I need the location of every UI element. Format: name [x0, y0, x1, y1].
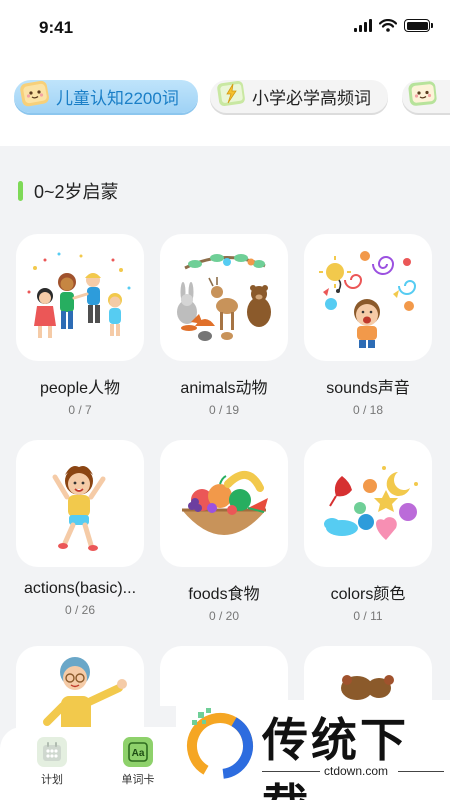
- word-card-actions[interactable]: actions(basic)... 0 / 26: [16, 440, 144, 617]
- tab-primary-school-words[interactable]: 小学必学高频词: [210, 80, 388, 113]
- card-title: actions(basic)...: [23, 580, 137, 597]
- book-mascot-icon: [20, 80, 49, 107]
- top-header: 9:41 儿童认知2200词 小学必学高频词: [0, 0, 450, 146]
- watermark-logo-icon: [187, 708, 253, 779]
- watermark: 传统下载 ctdown.com: [176, 700, 450, 800]
- card-image: [304, 440, 432, 567]
- book-mascot-icon: [408, 81, 437, 106]
- nav-label: 单词卡: [121, 774, 155, 786]
- word-card-icon: Aa: [123, 737, 153, 767]
- card-image: [160, 646, 288, 706]
- word-card-partial[interactable]: [160, 646, 288, 706]
- divider: [262, 771, 320, 772]
- book-lightning-icon: [217, 80, 245, 107]
- card-title: people人物: [39, 380, 121, 397]
- word-card-animals[interactable]: animals动物 0 / 19: [160, 234, 288, 417]
- card-title: sounds声音: [326, 380, 410, 397]
- kids-playing-illustration: [27, 252, 131, 338]
- cellular-signal-icon: [354, 19, 372, 32]
- card-image: [160, 440, 288, 567]
- nav-label: 计划: [41, 774, 63, 786]
- calendar-icon: [37, 737, 67, 767]
- status-bar: 9:41: [0, 0, 450, 56]
- watermark-url: ctdown.com: [324, 764, 389, 778]
- card-progress: 0 / 11: [353, 609, 383, 623]
- tab-children-cognition[interactable]: 儿童认知2200词: [14, 80, 198, 113]
- battery-icon: [404, 19, 433, 32]
- word-card-colors[interactable]: colors颜色 0 / 11: [304, 440, 432, 623]
- nav-item-plan[interactable]: 计划: [22, 737, 82, 787]
- tab-label: 小学必学高频词: [252, 89, 371, 108]
- card-image: [304, 234, 432, 361]
- status-icons: [354, 19, 433, 32]
- status-time: 9:41: [39, 18, 74, 37]
- card-image: [304, 646, 432, 706]
- colorful-shapes-illustration: [324, 465, 418, 540]
- nav-item-word-card[interactable]: Aa 单词卡: [108, 737, 168, 787]
- card-progress: 0 / 19: [208, 403, 240, 417]
- word-card-sounds[interactable]: sounds声音 0 / 18: [304, 234, 432, 417]
- word-card-foods[interactable]: foods食物 0 / 20: [160, 440, 288, 623]
- girl-jumping-illustration: [52, 465, 106, 551]
- card-title: foods食物: [188, 586, 260, 603]
- word-card-partial[interactable]: [304, 646, 432, 706]
- card-progress: 0 / 20: [208, 609, 240, 623]
- word-card-people[interactable]: people人物 0 / 7: [16, 234, 144, 417]
- card-image: [160, 234, 288, 361]
- section-title: 0~2岁启蒙: [34, 182, 119, 202]
- card-progress: 0 / 7: [68, 403, 92, 417]
- tab-label: 儿童认知2200词: [56, 89, 179, 108]
- watermark-text: 传统下载: [262, 713, 409, 800]
- wifi-icon: [379, 19, 397, 32]
- fruit-bowl-illustration: [182, 470, 268, 535]
- card-image: [16, 440, 144, 567]
- boy-singing-illustration: [319, 250, 417, 348]
- svg-text:Aa: Aa: [132, 748, 145, 759]
- divider: [398, 771, 444, 772]
- card-title: colors颜色: [330, 586, 406, 603]
- forest-animals-illustration: [177, 253, 271, 341]
- card-progress: 0 / 26: [64, 603, 96, 617]
- section-header: 0~2岁启蒙: [18, 178, 119, 204]
- card-progress: 0 / 18: [352, 403, 384, 417]
- tab-more[interactable]: [402, 80, 450, 113]
- animal-ears-illustration: [341, 675, 394, 700]
- card-title: animals动物: [180, 380, 268, 397]
- category-tabs: 儿童认知2200词 小学必学高频词: [14, 80, 450, 116]
- section-accent-bar: [18, 181, 23, 201]
- card-image: [16, 234, 144, 361]
